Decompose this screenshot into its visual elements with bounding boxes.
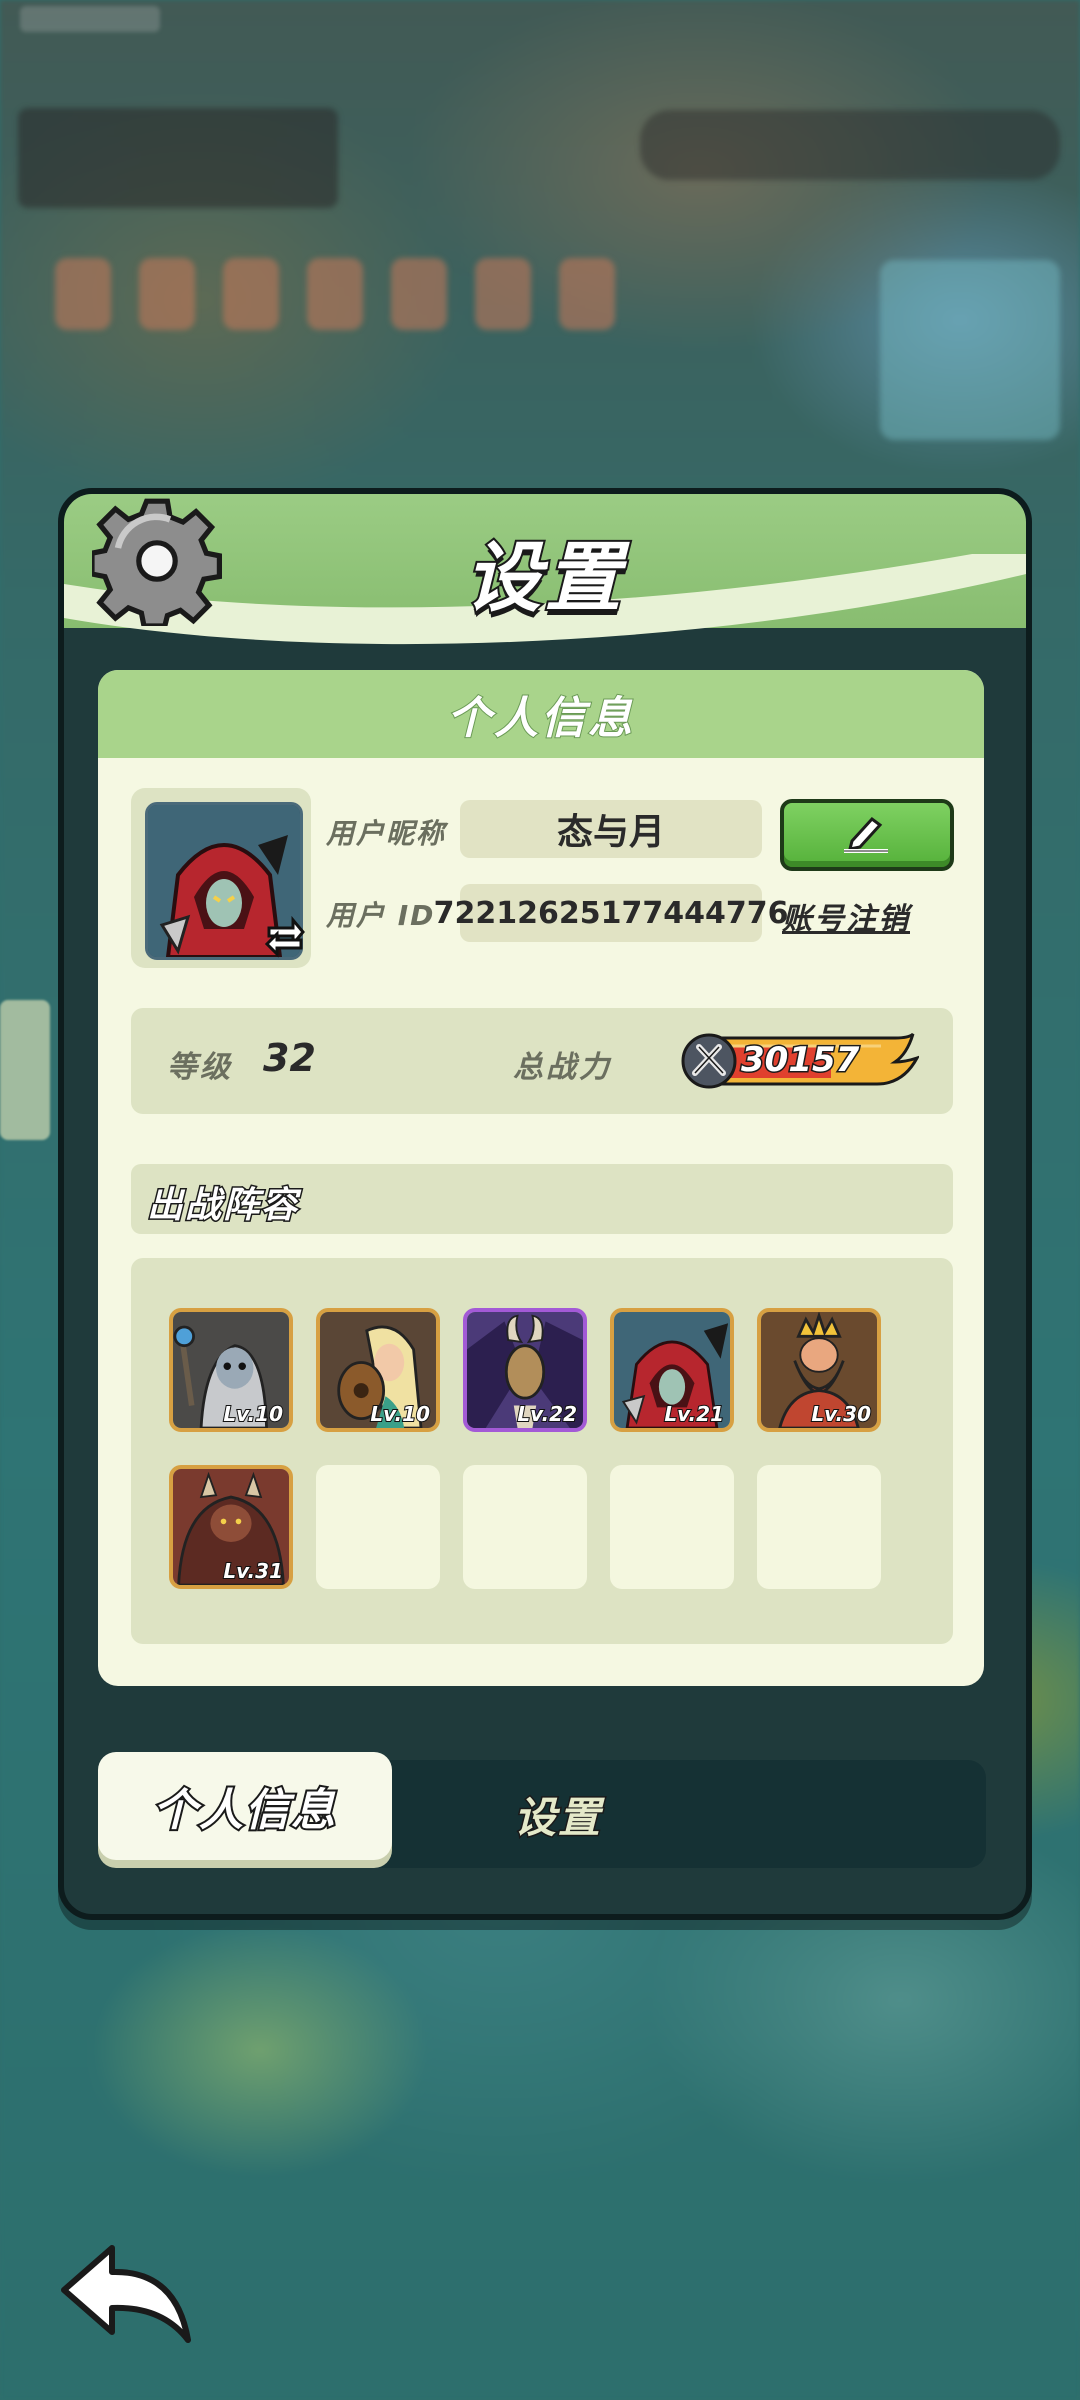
avatar-frame[interactable] bbox=[131, 788, 311, 968]
lineup-header: 出战阵容 bbox=[131, 1164, 953, 1234]
personal-info-panel: 个人信息 用户昵称 态与月 用户 ID 72212625177444776 账号… bbox=[98, 670, 984, 1686]
empty-hero-slot[interactable] bbox=[463, 1465, 587, 1589]
resource-bar-blurred bbox=[640, 110, 1060, 180]
player-header-blurred bbox=[18, 108, 338, 208]
tab-personal-info-label: 个人信息 bbox=[151, 1783, 337, 1838]
lineup-title: 出战阵容 bbox=[145, 1184, 300, 1228]
lineup-grid: Lv.10 Lv.10 Lv.22 Lv.21 Lv.30 Lv.31 bbox=[131, 1258, 953, 1644]
user-id-field[interactable]: 72212625177444776 bbox=[434, 884, 788, 942]
empty-hero-slot[interactable] bbox=[757, 1465, 881, 1589]
swap-avatar-icon[interactable] bbox=[265, 914, 305, 958]
power-badge: 30157 bbox=[681, 1032, 919, 1090]
event-icons-blurred bbox=[55, 258, 615, 348]
side-widget-blurred bbox=[0, 1000, 50, 1140]
empty-hero-slot[interactable] bbox=[316, 1465, 440, 1589]
total-power-value: 30157 bbox=[739, 1039, 860, 1082]
hero-level: Lv.22 bbox=[516, 1401, 578, 1427]
dialog-tab-bar: 个人信息 设置 bbox=[98, 1752, 986, 1868]
hero-slot-5[interactable]: Lv.30 bbox=[757, 1308, 881, 1432]
hero-level: Lv.31 bbox=[222, 1558, 284, 1584]
user-id-label: 用户 ID bbox=[326, 899, 436, 932]
tab-settings-label: 设置 bbox=[512, 1791, 602, 1843]
hero-slot-4[interactable]: Lv.21 bbox=[610, 1308, 734, 1432]
hero-slot-3[interactable]: Lv.22 bbox=[463, 1308, 587, 1432]
back-arrow-icon[interactable] bbox=[56, 2240, 196, 2350]
status-bar-blurred bbox=[20, 6, 160, 32]
hero-slot-1[interactable]: Lv.10 bbox=[169, 1308, 293, 1432]
hero-level: Lv.10 bbox=[222, 1401, 284, 1427]
tab-personal-info[interactable]: 个人信息 bbox=[98, 1752, 392, 1860]
total-power-label: 总战力 bbox=[513, 1050, 612, 1085]
nickname-label: 用户昵称 bbox=[326, 817, 447, 850]
level-value: 32 bbox=[263, 1036, 316, 1080]
level-label: 等级 bbox=[167, 1050, 233, 1085]
edit-nickname-button[interactable] bbox=[780, 799, 954, 871]
hero-level: Lv.10 bbox=[369, 1401, 431, 1427]
minimap-blurred bbox=[880, 260, 1060, 440]
account-cancel-link[interactable]: 账号注销 bbox=[782, 894, 910, 938]
crossed-swords-icon bbox=[681, 1033, 737, 1089]
settings-dialog: 设置 个人信息 用户昵称 态与月 用户 ID 72212625177444776… bbox=[58, 488, 1032, 1920]
dialog-title: 设置 bbox=[463, 531, 625, 624]
panel-header: 个人信息 bbox=[98, 670, 984, 758]
stats-bar: 等级 32 总战力 30157 bbox=[131, 1008, 953, 1114]
hero-slot-2[interactable]: Lv.10 bbox=[316, 1308, 440, 1432]
empty-hero-slot[interactable] bbox=[610, 1465, 734, 1589]
hero-slot-6[interactable]: Lv.31 bbox=[169, 1465, 293, 1589]
hero-level: Lv.30 bbox=[810, 1401, 872, 1427]
nickname-field: 态与月 bbox=[460, 800, 762, 858]
panel-title: 个人信息 bbox=[446, 692, 635, 745]
hero-level: Lv.21 bbox=[663, 1401, 725, 1427]
pencil-icon bbox=[844, 816, 888, 853]
tab-settings[interactable]: 设置 bbox=[438, 1782, 678, 1846]
